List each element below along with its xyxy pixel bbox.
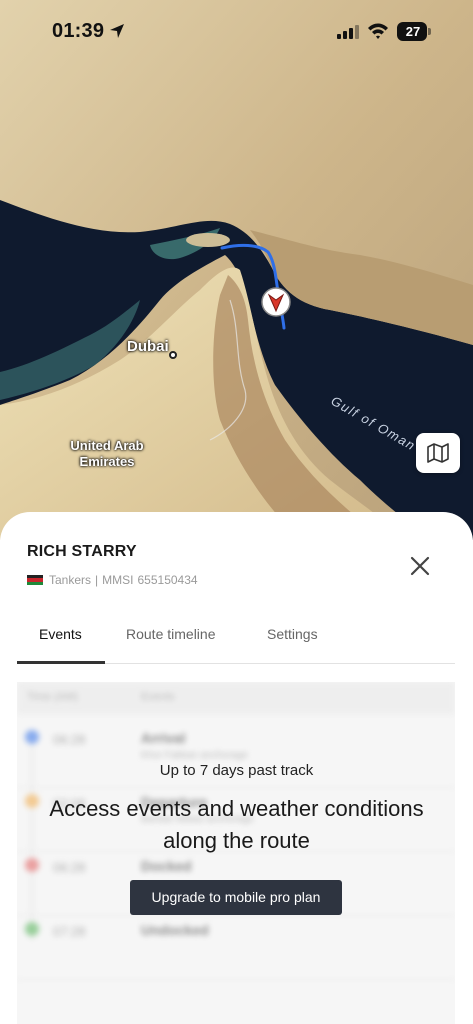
map-view[interactable]: Dubai United Arab Emirates Gulf of Oman … [0, 0, 473, 540]
mmsi-label: MMSI [102, 573, 134, 587]
tab-events[interactable]: Events [39, 626, 82, 642]
vessel-name: RICH STARRY [27, 543, 137, 560]
battery-icon: 27 [397, 22, 431, 42]
vessel-detail-sheet: RICH STARRY Tankers | MMSI 655150434 Eve… [0, 512, 473, 1024]
event-sub: Khor Fakkan anchorage [141, 750, 248, 761]
location-arrow-icon [110, 24, 124, 38]
wifi-icon [368, 23, 388, 39]
tab-settings[interactable]: Settings [267, 626, 318, 642]
header-events: Events [141, 691, 175, 703]
header-time: Time (AM) [27, 691, 78, 703]
paywall-headline: Access events and weather conditions alo… [49, 796, 424, 853]
arrival-icon [25, 730, 39, 744]
tab-route-timeline[interactable]: Route timeline [126, 626, 216, 642]
detail-tabs: Events Route timeline Settings [17, 616, 455, 664]
events-table-header: Time (AM) Events [17, 682, 455, 714]
docked-icon [25, 858, 39, 872]
event-time: 07:28 [53, 924, 86, 939]
event-time: 06:28 [53, 732, 86, 747]
vessel-type: Tankers [49, 573, 92, 587]
status-time: 01:39 [52, 20, 105, 42]
event-title: Undocked [141, 922, 209, 938]
undocked-icon [25, 922, 39, 936]
vessel-meta: Tankers | MMSI 655150434 [27, 573, 198, 587]
upgrade-button[interactable]: Upgrade to mobile pro plan [130, 880, 342, 915]
vessel-marker-icon[interactable] [260, 286, 292, 318]
map-layers-button[interactable] [416, 433, 460, 473]
paywall-subtitle: Up to 7 days past track [159, 762, 314, 779]
event-title: Arrival [141, 730, 186, 746]
kenya-flag-icon [27, 575, 43, 585]
paywall-overlay: Up to 7 days past track Access events an… [0, 762, 473, 857]
map-icon [427, 443, 449, 463]
event-time: 06:28 [53, 860, 86, 875]
mmsi-value: 655150434 [137, 573, 198, 587]
map-label-dubai: Dubai [127, 338, 169, 355]
map-label-uae: United Arab Emirates [70, 438, 144, 469]
cellular-signal-icon [337, 25, 359, 39]
active-tab-indicator [17, 661, 105, 664]
event-title: Docked [141, 858, 192, 874]
status-bar: 01:39 27 [0, 0, 473, 64]
battery-level: 27 [405, 24, 421, 39]
event-row: 07:28 Undocked [17, 916, 455, 980]
close-icon[interactable] [406, 552, 434, 580]
dubai-city-dot [169, 351, 177, 359]
